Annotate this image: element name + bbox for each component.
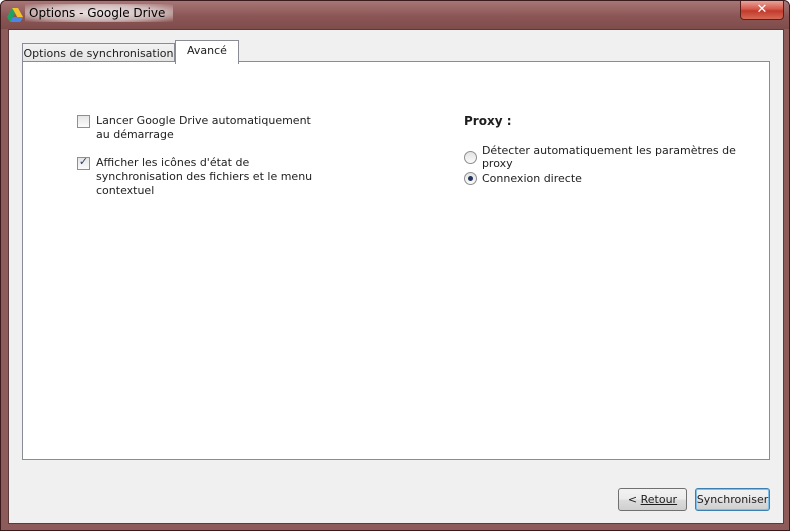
proxy-direct-option[interactable]: Connexion directe [464, 172, 582, 185]
google-drive-icon [7, 8, 23, 22]
tab-advanced[interactable]: Avancé [175, 40, 239, 64]
radio-selected-dot [468, 176, 473, 181]
sync-icons-option[interactable]: ✓ Afficher les icônes d'état de synchron… [77, 155, 313, 198]
dialog-client-area: Options de synchronisation Avancé Lancer… [8, 29, 784, 524]
proxy-title: Proxy : [464, 114, 512, 128]
back-prefix: < [627, 493, 641, 506]
options-window: Options - Google Drive ✕ Options de sync… [0, 0, 790, 531]
auto-launch-label: Lancer Google Drive automatiquement au d… [96, 114, 311, 141]
proxy-direct-label: Connexion directe [482, 172, 582, 185]
auto-launch-option[interactable]: Lancer Google Drive automatiquement au d… [77, 114, 311, 142]
checkmark-icon: ✓ [78, 155, 89, 168]
auto-launch-checkbox[interactable] [77, 115, 90, 128]
sync-icons-checkbox[interactable]: ✓ [77, 155, 90, 170]
proxy-direct-radio[interactable] [464, 172, 477, 185]
sync-icons-label: Afficher les icônes d'état de synchronis… [96, 156, 313, 197]
title-bar[interactable]: Options - Google Drive ✕ [1, 1, 789, 29]
proxy-auto-detect-radio[interactable] [464, 150, 477, 164]
back-label: Retour [640, 493, 678, 506]
synchronize-button[interactable]: Synchroniser [695, 488, 770, 511]
proxy-auto-detect-option[interactable]: Détecter automatiquement les paramètres … [464, 144, 769, 170]
window-title: Options - Google Drive [25, 4, 174, 22]
advanced-panel: Lancer Google Drive automatiquement au d… [22, 61, 770, 460]
close-button[interactable]: ✕ [740, 1, 784, 20]
proxy-auto-detect-label: Détecter automatiquement les paramètres … [481, 144, 736, 170]
back-button[interactable]: < Retour [618, 488, 687, 511]
